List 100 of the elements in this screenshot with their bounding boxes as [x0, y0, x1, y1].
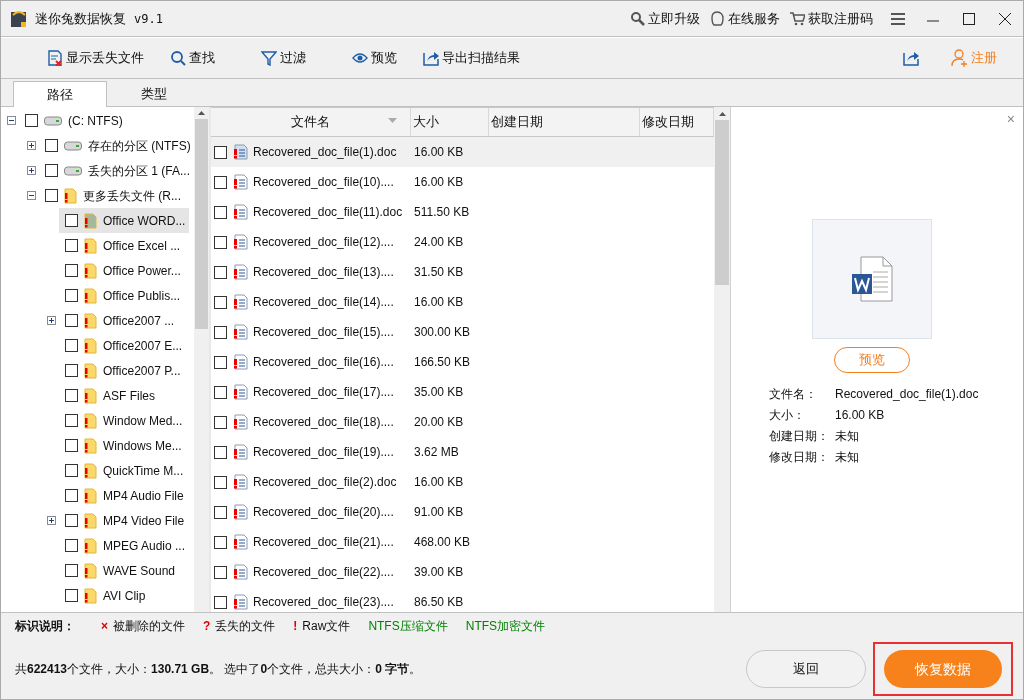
checkbox[interactable] [65, 389, 78, 402]
checkbox[interactable] [214, 355, 227, 369]
checkbox[interactable] [65, 264, 78, 277]
checkbox[interactable] [65, 564, 78, 577]
tree-item[interactable]: (C: NTFS) [68, 111, 123, 130]
checkbox[interactable] [214, 505, 227, 519]
tree-item[interactable]: WAVE Sound [103, 561, 176, 580]
tree-scrollbar[interactable] [194, 107, 209, 612]
share-icon[interactable] [903, 50, 919, 66]
tree-item[interactable]: Office2007 E... [103, 336, 183, 355]
checkbox[interactable] [25, 114, 38, 127]
checkbox[interactable] [65, 539, 78, 552]
file-row[interactable]: Recovered_doc_file(10).... 16.00 KB [211, 167, 714, 197]
file-row[interactable]: Recovered_doc_file(18).... 20.00 KB [211, 407, 714, 437]
checkbox[interactable] [65, 439, 78, 452]
tab[interactable]: 类型 [107, 82, 201, 106]
tree-item[interactable]: 更多丢失文件 (R... [83, 186, 181, 205]
header-link[interactable]: 获取注册码 [808, 8, 873, 29]
checkbox[interactable] [214, 145, 227, 159]
tree-item[interactable]: MP4 Video File [103, 511, 185, 530]
expand-icon[interactable] [27, 141, 36, 150]
file-row[interactable]: Recovered_doc_file(23).... 86.50 KB [211, 587, 714, 612]
checkbox[interactable] [214, 205, 227, 219]
toolbar-button[interactable]: 查找 [170, 48, 215, 68]
checkbox[interactable] [214, 235, 227, 249]
checkbox[interactable] [214, 445, 227, 459]
tree-item[interactable]: Window Med... [103, 411, 183, 430]
cart-icon[interactable] [790, 11, 805, 26]
checkbox[interactable] [65, 239, 78, 252]
tree-item[interactable]: Windows Me... [103, 436, 182, 455]
checkbox[interactable] [65, 589, 78, 602]
checkbox[interactable] [65, 464, 78, 477]
file-row[interactable]: Recovered_doc_file(19).... 3.62 MB [211, 437, 714, 467]
expand-icon[interactable] [47, 316, 56, 325]
checkbox[interactable] [65, 214, 78, 227]
checkbox[interactable] [65, 339, 78, 352]
toolbar-button[interactable]: 导出扫描结果 [423, 48, 520, 68]
back-button[interactable]: 返回 [746, 650, 866, 688]
tree-item[interactable]: 存在的分区 (NTFS) [88, 136, 191, 155]
checkbox[interactable] [214, 265, 227, 279]
maximize-icon[interactable] [963, 12, 975, 25]
checkbox[interactable] [214, 565, 227, 579]
checkbox[interactable] [214, 595, 227, 609]
tab[interactable]: 路径 [13, 81, 107, 107]
tree-item[interactable]: Office Power... [103, 261, 181, 280]
checkbox[interactable] [214, 175, 227, 189]
tree-item[interactable]: Office Publis... [103, 286, 181, 305]
checkbox[interactable] [45, 164, 58, 177]
tree-item[interactable]: AVI Clip [103, 586, 146, 605]
column-header[interactable]: 文件名 [288, 112, 332, 132]
checkbox[interactable] [65, 489, 78, 502]
header-link[interactable]: 立即升级 [648, 8, 700, 29]
tree-item[interactable]: ASF Files [103, 386, 155, 405]
checkbox[interactable] [214, 475, 227, 489]
checkbox[interactable] [214, 325, 227, 339]
checkbox[interactable] [45, 189, 58, 202]
file-row[interactable]: Recovered_doc_file(21).... 468.00 KB [211, 527, 714, 557]
magnifier-icon[interactable] [630, 11, 645, 26]
tree-item[interactable]: MP4 Audio File [103, 486, 184, 505]
tree-item[interactable]: MPEG Audio ... [103, 536, 186, 555]
scroll-up-icon[interactable] [198, 111, 205, 115]
collapse-icon[interactable] [7, 116, 16, 125]
file-row[interactable]: Recovered_doc_file(14).... 16.00 KB [211, 287, 714, 317]
checkbox[interactable] [214, 415, 227, 429]
checkbox[interactable] [65, 314, 78, 327]
tree-item[interactable]: 丢失的分区 1 (FA... [88, 161, 190, 180]
close-preview-button[interactable]: × [1006, 109, 1015, 130]
checkbox[interactable] [65, 364, 78, 377]
header-link[interactable]: 在线服务 [728, 8, 780, 29]
close-icon[interactable] [999, 12, 1011, 25]
tree-item[interactable]: QuickTime M... [103, 461, 184, 480]
collapse-icon[interactable] [27, 191, 36, 200]
list-scrollbar[interactable] [714, 107, 730, 612]
file-row[interactable]: Recovered_doc_file(22).... 39.00 KB [211, 557, 714, 587]
file-row[interactable]: Recovered_doc_file(11).doc 511.50 KB [211, 197, 714, 227]
file-row[interactable]: Recovered_doc_file(2).doc 16.00 KB [211, 467, 714, 497]
file-row[interactable]: Recovered_doc_file(13).... 31.50 KB [211, 257, 714, 287]
checkbox[interactable] [214, 385, 227, 399]
checkbox[interactable] [214, 295, 227, 309]
column-header[interactable]: 创建日期 [489, 112, 546, 132]
column-header[interactable]: 大小 [410, 112, 441, 132]
file-row[interactable]: Recovered_doc_file(16).... 166.50 KB [211, 347, 714, 377]
checkbox[interactable] [65, 414, 78, 427]
expand-icon[interactable] [27, 166, 36, 175]
file-row[interactable]: Recovered_doc_file(20).... 91.00 KB [211, 497, 714, 527]
file-row[interactable]: Recovered_doc_file(15).... 300.00 KB [211, 317, 714, 347]
column-header[interactable]: 修改日期 [640, 112, 697, 132]
menu-icon[interactable] [891, 12, 905, 25]
checkbox[interactable] [65, 514, 78, 527]
checkbox[interactable] [214, 535, 227, 549]
checkbox[interactable] [45, 139, 58, 152]
toolbar-button[interactable]: 过滤 [261, 48, 306, 68]
toolbar-button[interactable]: 显示丢失文件 [47, 48, 144, 68]
file-row[interactable]: Recovered_doc_file(17).... 35.00 KB [211, 377, 714, 407]
file-row[interactable]: Recovered_doc_file(12).... 24.00 KB [211, 227, 714, 257]
checkbox[interactable] [65, 289, 78, 302]
scroll-up-icon[interactable] [718, 112, 726, 116]
tree-item[interactable]: Office Excel ... [103, 236, 181, 255]
file-row[interactable]: Recovered_doc_file(1).doc 16.00 KB [211, 137, 714, 167]
toolbar-button[interactable]: 预览 [352, 48, 397, 68]
